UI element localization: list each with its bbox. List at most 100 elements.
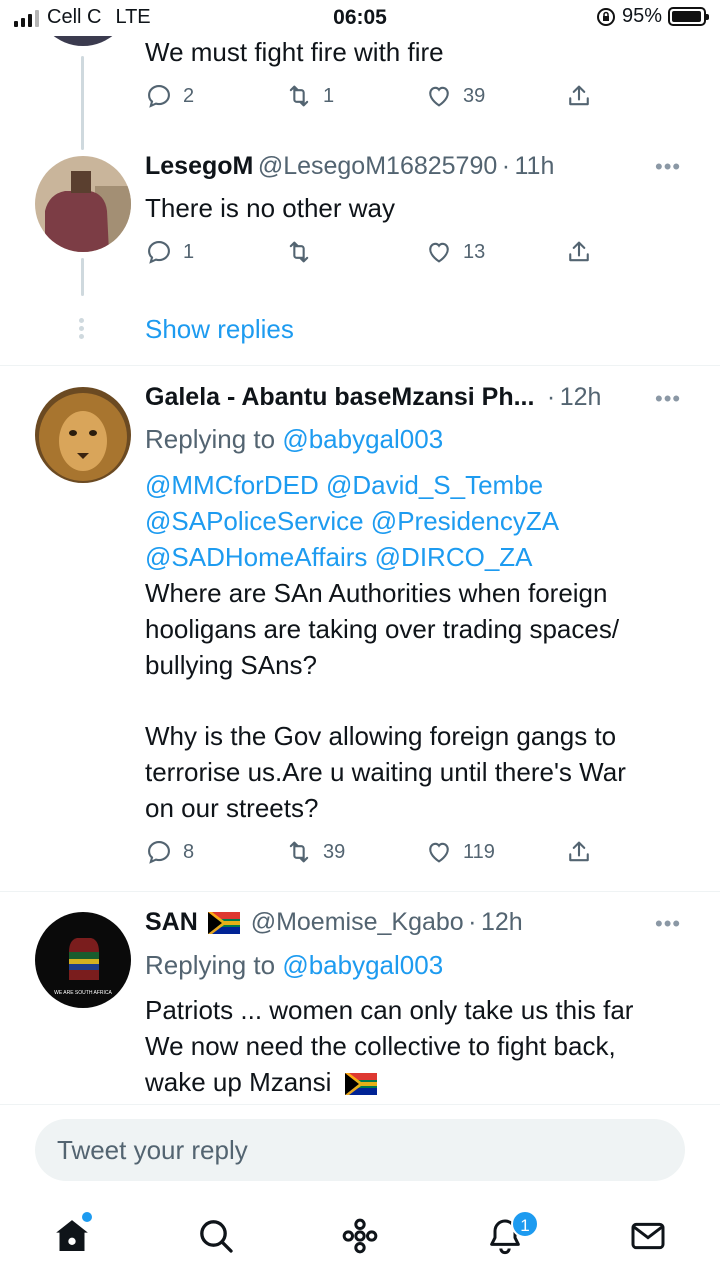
battery-percent: 95% (621, 5, 662, 27)
author-name[interactable]: SAN (145, 908, 198, 936)
reply-count: 2 (183, 84, 195, 107)
retweet-button[interactable]: 1 (285, 82, 334, 110)
avatar[interactable]: WE ARE SOUTH AFRICA (35, 912, 131, 1008)
retweet-icon (289, 85, 309, 107)
retweet-button[interactable]: 39 (285, 838, 345, 866)
share-icon (569, 85, 589, 106)
bottom-tab-bar (0, 1196, 720, 1280)
tweet-text-line: We now need the collective to fight back… (145, 1031, 616, 1061)
tweet-text-line: Patriots ... women can only take us this… (145, 995, 634, 1025)
tab-messages[interactable] (628, 1216, 668, 1256)
share-button[interactable] (565, 82, 593, 110)
tweet-header: SAN @Moemise_Kgabo · 12h (145, 908, 523, 937)
tweet-reply-input[interactable]: Tweet your reply (35, 1119, 685, 1181)
thread-line (81, 56, 84, 150)
reply-feed[interactable]: We must fight fire with fire 2 1 39 Lese… (0, 36, 720, 1104)
share-icon (569, 841, 589, 862)
tweet-text-line: bullying SAns? (145, 650, 317, 680)
mention-line[interactable]: @SAPoliceService @PresidencyZA (145, 503, 559, 539)
more-options-icon[interactable]: ••• (655, 386, 681, 412)
reply-icon (148, 241, 170, 264)
south-africa-flag-icon (344, 1073, 377, 1095)
like-count: 13 (463, 240, 486, 263)
tweet-actions: 1 13 (145, 238, 600, 270)
like-count: 119 (463, 840, 495, 863)
like-count: 39 (463, 84, 486, 107)
heart-icon (429, 842, 449, 863)
like-button[interactable]: 119 (425, 838, 495, 866)
reply-count: 8 (183, 840, 195, 863)
retweet-count: 1 (323, 84, 335, 107)
tweet-text: There is no other way (145, 193, 396, 223)
tweet-text-line: hooligans are taking over trading spaces… (145, 614, 620, 644)
reply-icon (148, 85, 170, 108)
status-right: 95% (596, 5, 709, 28)
tweet-header: LesegoM @LesegoM16825790 · 11h (145, 152, 554, 181)
home-icon (56, 1220, 88, 1251)
replying-prefix: Replying to (145, 950, 276, 980)
more-options-icon[interactable]: ••• (655, 911, 681, 937)
reply-button[interactable]: 8 (145, 838, 194, 866)
avatar[interactable] (35, 156, 131, 252)
author-name[interactable]: LesegoM (145, 152, 253, 180)
tweet-text-line: wake up Mzansi (145, 1067, 332, 1097)
search-icon (200, 1220, 233, 1253)
thread-line (81, 258, 84, 296)
share-button[interactable] (565, 838, 593, 866)
reply-count: 1 (183, 240, 195, 263)
separator: · (546, 383, 556, 411)
replying-to: Replying to @babygal003 (145, 947, 443, 983)
replying-to-handle[interactable]: @babygal003 (282, 424, 443, 454)
avatar-caption: WE ARE SOUTH AFRICA (54, 990, 112, 996)
battery-icon (668, 7, 709, 26)
tweet-time: 12h (559, 383, 602, 411)
tweet-text-line: terrorise us.Are u waiting until there's… (145, 757, 626, 787)
avatar[interactable] (35, 387, 131, 483)
show-replies-link[interactable]: Show replies (145, 311, 294, 347)
avatar[interactable] (35, 36, 131, 46)
retweet-icon (289, 841, 309, 863)
notifications-badge: 1 (511, 1210, 539, 1238)
separator: · (468, 908, 477, 936)
share-icon (569, 241, 589, 262)
reply-button[interactable]: 2 (145, 82, 194, 110)
tab-search[interactable] (196, 1216, 236, 1256)
reply-bar: Tweet your reply (0, 1104, 720, 1196)
heart-icon (429, 86, 449, 107)
reply-button[interactable]: 1 (145, 238, 194, 266)
replying-to-handle[interactable]: @babygal003 (282, 950, 443, 980)
tweet-actions: 8 39 119 (145, 838, 600, 870)
divider (0, 891, 720, 892)
tweet-text-line: on our streets? (145, 793, 319, 823)
retweet-count: 39 (323, 840, 346, 863)
tweet-actions: 2 1 39 (145, 82, 600, 114)
south-africa-flag-icon (208, 912, 241, 934)
author-handle[interactable]: @Moemise_Kgabo (251, 908, 464, 936)
spaces-icon (342, 1218, 378, 1254)
tweet-header: Galela - Abantu baseMzansi Ph... · 12h (145, 383, 601, 412)
divider (0, 365, 720, 366)
tweet-text-line-last: wake up Mzansi (145, 1064, 377, 1100)
mention-line[interactable]: @SADHomeAffairs @DIRCO_ZA (145, 539, 533, 575)
tweet-text: We must fight fire with fire (145, 37, 444, 67)
replying-to: Replying to @babygal003 (145, 421, 443, 457)
retweet-button[interactable] (285, 238, 323, 266)
tweet-time: 11h (514, 152, 555, 180)
author-handle[interactable]: @LesegoM16825790 (258, 152, 497, 180)
rotation-lock-icon (596, 7, 615, 26)
tab-spaces[interactable] (340, 1216, 380, 1256)
like-button[interactable]: 39 (425, 82, 485, 110)
tweet-text-line: Where are SAn Authorities when foreign (145, 578, 608, 608)
like-button[interactable]: 13 (425, 238, 485, 266)
home-unread-dot (82, 1212, 92, 1222)
share-button[interactable] (565, 238, 593, 266)
mail-icon (631, 1222, 665, 1250)
separator: · (501, 152, 511, 180)
tweet-text-line: Why is the Gov allowing foreign gangs to (145, 721, 617, 751)
mention-line[interactable]: @MMCforDED @David_S_Tembe (145, 467, 543, 503)
tab-home[interactable] (52, 1216, 92, 1256)
retweet-icon (289, 241, 309, 263)
author-name[interactable]: Galela - Abantu baseMzansi Ph... (145, 383, 534, 411)
more-options-icon[interactable]: ••• (655, 154, 681, 180)
tweet-time: 12h (480, 908, 523, 936)
